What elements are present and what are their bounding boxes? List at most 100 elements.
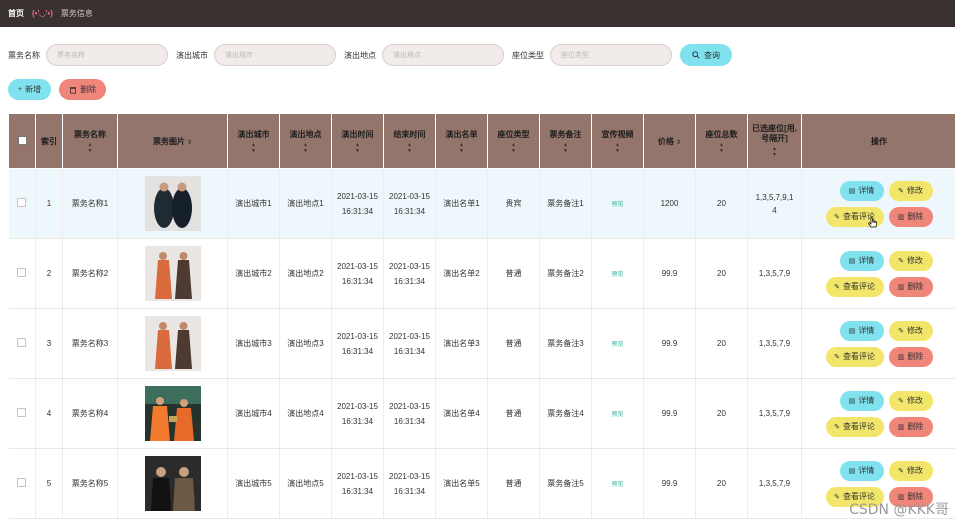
detail-button[interactable]: ▤ 详情 <box>839 180 884 201</box>
video-preview-link[interactable]: 预览 <box>611 482 623 488</box>
sort-icon[interactable]: ⇕ <box>676 140 681 146</box>
view-comments-button[interactable]: ✎ 查看评论 <box>825 416 884 437</box>
city-input[interactable] <box>214 44 336 66</box>
detail-button[interactable]: ▤ 详情 <box>839 460 884 481</box>
seat-type-label: 座位类型 <box>512 50 544 60</box>
cell-place: 演出地点4 <box>279 378 332 449</box>
header-label: 演出地点 <box>289 129 322 139</box>
detail-button[interactable]: ▤ 详情 <box>839 390 884 411</box>
ticket-image[interactable] <box>144 386 201 441</box>
edit-button[interactable]: ✎ 修改 <box>888 460 933 481</box>
cell-note: 票务备注5 <box>539 448 592 519</box>
trash-icon: ▥ <box>897 283 905 291</box>
cell-video: 预览 <box>591 378 644 449</box>
header-note[interactable]: 票务备注 ▲ ▼ <box>539 113 592 169</box>
cell-selected-seats: 1,3,5,7,9 <box>747 448 802 519</box>
header-video[interactable]: 宣传视频 ▲ ▼ <box>591 113 644 169</box>
header-selected-seats[interactable]: 已选座位[用,号隔开] ▲ ▼ <box>747 113 802 169</box>
sort-icon[interactable]: ▲ ▼ <box>384 142 435 154</box>
add-button[interactable]: + 新增 <box>8 79 52 100</box>
header-label: 已选座位[用,号隔开] <box>752 124 797 143</box>
video-preview-link[interactable]: 预览 <box>611 342 623 348</box>
edit-button[interactable]: ✎ 修改 <box>888 320 933 341</box>
sort-icon[interactable]: ▲ ▼ <box>540 142 591 154</box>
row-checkbox[interactable] <box>17 268 27 277</box>
sort-icon[interactable]: ⇕ <box>187 140 192 146</box>
video-preview-link[interactable]: 预览 <box>611 272 623 278</box>
header-start-time[interactable]: 演出时间 ▲ ▼ <box>331 113 384 169</box>
query-button[interactable]: 查询 <box>680 44 732 66</box>
table-row[interactable]: 4 票务名称4 演出城市4 演出地点4 2021-03-15 16:31:34 2021-… <box>8 378 955 449</box>
header-image[interactable]: 票务图片 ⇕ <box>117 113 228 169</box>
sort-icon[interactable]: ▲ ▼ <box>280 142 331 154</box>
cell-start-time: 2021-03-15 16:31:34 <box>331 378 384 449</box>
trash-icon: ▥ <box>897 423 905 431</box>
view-comments-button[interactable]: ✎ 查看评论 <box>825 346 884 367</box>
table-row[interactable]: 1 票务名称1 演出城市1 演出地点1 2021-03-15 16:31:34 2021-… <box>8 168 955 239</box>
sort-icon[interactable]: ▲ ▼ <box>228 142 279 154</box>
header-label: 索引 <box>41 136 57 146</box>
cell-video: 预览 <box>591 448 644 519</box>
ticket-image[interactable] <box>144 246 201 301</box>
view-comments-button[interactable]: ✎ 查看评论 <box>825 276 884 297</box>
row-checkbox[interactable] <box>17 478 27 487</box>
sort-icon[interactable]: ▲ ▼ <box>332 142 383 154</box>
table-row[interactable]: 5 票务名称5 演出城市5 演出地点5 2021-03-15 16:31:34 2021-… <box>8 448 955 519</box>
delete-button[interactable]: ▥ 删除 <box>888 416 933 437</box>
header-seat-type[interactable]: 座位类型 ▲ ▼ <box>487 113 540 169</box>
header-end-time[interactable]: 结束时间 ▲ ▼ <box>383 113 436 169</box>
query-button-label: 查询 <box>704 50 720 60</box>
ticket-image[interactable] <box>144 316 201 371</box>
pencil-icon: ✎ <box>834 283 840 291</box>
select-all-checkbox[interactable] <box>17 135 27 145</box>
document-icon: ▤ <box>848 187 856 195</box>
pencil-icon: ✎ <box>898 327 904 335</box>
delete-button[interactable]: ▥ 删除 <box>888 276 933 297</box>
header-place[interactable]: 演出地点 ▲ ▼ <box>279 113 332 169</box>
sort-icon[interactable]: ▲ ▼ <box>436 142 487 154</box>
video-preview-link[interactable]: 预览 <box>611 412 623 418</box>
edit-label: 修改 <box>906 186 923 195</box>
table-row[interactable]: 3 票务名称3 演出城市3 演出地点3 2021-03-15 16:31:34 2021-… <box>8 308 955 379</box>
header-name[interactable]: 票务名称 ▲ ▼ <box>62 113 118 169</box>
detail-button[interactable]: ▤ 详情 <box>839 250 884 271</box>
table-row[interactable]: 2 票务名称2 演出城市2 演出地点2 2021-03-15 16:31:34 2021-… <box>8 238 955 309</box>
video-preview-link[interactable]: 预览 <box>611 202 623 208</box>
batch-delete-button[interactable]: 删除 <box>59 79 107 100</box>
top-nav-bar: 首页 (•'◡'•) 票务信息 <box>0 0 955 27</box>
trash-icon <box>69 86 77 94</box>
header-cast[interactable]: 演出名单 ▲ ▼ <box>435 113 488 169</box>
sort-icon[interactable]: ▲ ▼ <box>696 142 747 154</box>
sort-icon[interactable]: ▲ ▼ <box>592 142 643 154</box>
watermark: CSDN @KKK哥 <box>849 502 949 518</box>
sort-icon[interactable]: ▲ ▼ <box>748 146 801 158</box>
plus-icon: + <box>18 86 23 93</box>
row-checkbox[interactable] <box>17 338 27 347</box>
cell-index: 2 <box>35 238 63 309</box>
edit-button[interactable]: ✎ 修改 <box>888 250 933 271</box>
cell-name: 票务名称4 <box>62 378 118 449</box>
seat-type-input[interactable] <box>550 44 672 66</box>
sort-icon[interactable]: ▲ ▼ <box>488 142 539 154</box>
row-checkbox[interactable] <box>17 198 27 207</box>
document-icon: ▤ <box>848 257 856 265</box>
ticket-image[interactable] <box>144 176 201 231</box>
ticket-name-input[interactable] <box>46 44 168 66</box>
detail-button[interactable]: ▤ 详情 <box>839 320 884 341</box>
edit-button[interactable]: ✎ 修改 <box>888 390 933 411</box>
header-city[interactable]: 演出城市 ▲ ▼ <box>227 113 280 169</box>
ticket-image[interactable] <box>144 456 201 511</box>
delete-button[interactable]: ▥ 删除 <box>888 206 933 227</box>
delete-button[interactable]: ▥ 删除 <box>888 346 933 367</box>
edit-button[interactable]: ✎ 修改 <box>888 180 933 201</box>
cell-total-seats: 20 <box>695 238 748 309</box>
pencil-icon: ✎ <box>834 493 840 501</box>
row-checkbox[interactable] <box>17 408 27 417</box>
place-input[interactable] <box>382 44 504 66</box>
header-price[interactable]: 价格 ⇕ <box>643 113 696 169</box>
cell-name: 票务名称2 <box>62 238 118 309</box>
cell-seat-type: 普通 <box>487 448 540 519</box>
sort-icon[interactable]: ▲ ▼ <box>63 142 117 154</box>
header-total-seats[interactable]: 座位总数 ▲ ▼ <box>695 113 748 169</box>
breadcrumb-home[interactable]: 首页 <box>8 8 24 19</box>
